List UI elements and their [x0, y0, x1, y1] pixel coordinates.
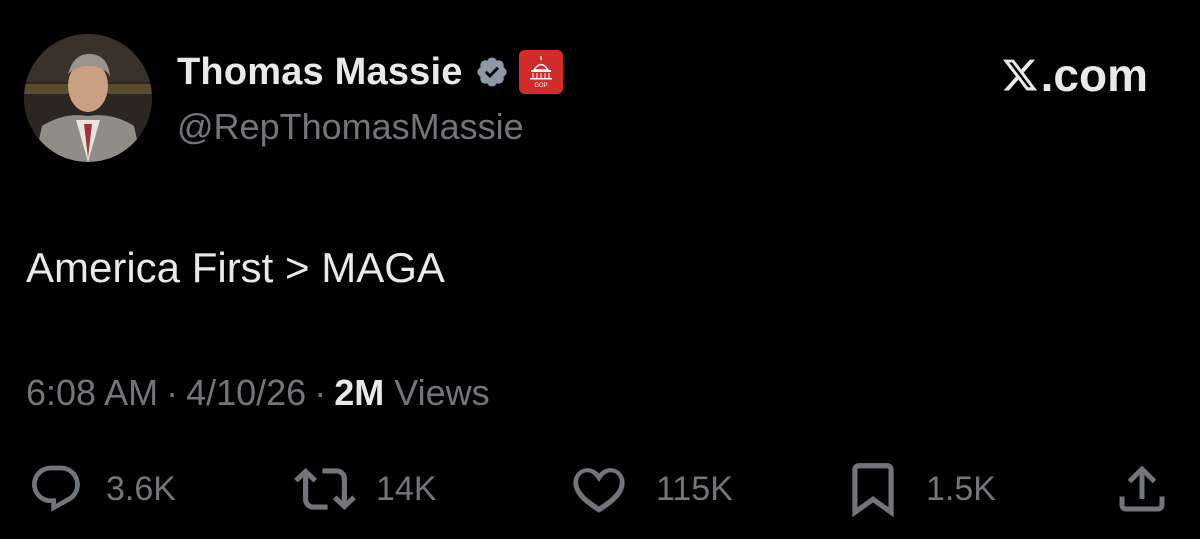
tweet-card: Thomas Massie GOP @RepThomasMassie .com …: [0, 0, 1200, 539]
share-button[interactable]: [1112, 458, 1172, 520]
tweet-text: America First > MAGA: [26, 244, 445, 291]
bookmark-button[interactable]: 1.5K: [842, 458, 996, 520]
brand-label: .com: [1040, 49, 1148, 101]
affiliation-text: GOP: [534, 83, 547, 89]
brand-watermark: .com: [1001, 48, 1148, 102]
repost-button[interactable]: 14K: [294, 458, 437, 520]
tweet-meta: 6:08 AM · 4/10/26 · 2M Views: [26, 372, 490, 414]
reply-count: 3.6K: [106, 469, 176, 508]
like-icon: [573, 468, 625, 513]
bookmark-icon: [852, 463, 894, 518]
views-count[interactable]: 2M: [334, 372, 384, 414]
user-handle[interactable]: @RepThomasMassie: [177, 106, 524, 148]
like-count: 115K: [656, 469, 733, 508]
action-bar: 3.6K 14K 115K 1.5K: [0, 458, 1200, 520]
meta-separator: ·: [166, 372, 179, 413]
meta-separator: ·: [314, 372, 327, 413]
reply-button[interactable]: 3.6K: [28, 458, 176, 520]
house-gop-badge-icon[interactable]: GOP: [518, 50, 563, 94]
tweet-time[interactable]: 6:08 AM: [26, 372, 158, 414]
name-row: Thomas Massie GOP: [177, 48, 563, 96]
bookmark-count: 1.5K: [926, 469, 996, 508]
repost-count: 14K: [376, 469, 437, 508]
like-button[interactable]: 115K: [568, 458, 733, 520]
tweet-date[interactable]: 4/10/26: [186, 372, 306, 414]
display-name[interactable]: Thomas Massie: [177, 51, 463, 94]
views-label: Views: [394, 372, 490, 413]
avatar-portrait: [24, 34, 152, 162]
verified-badge-icon[interactable]: [475, 55, 509, 89]
share-icon: [1119, 465, 1165, 512]
reply-icon: [32, 465, 80, 512]
x-logo-icon: [1002, 59, 1037, 91]
avatar[interactable]: [24, 34, 152, 162]
repost-icon: [294, 468, 356, 510]
